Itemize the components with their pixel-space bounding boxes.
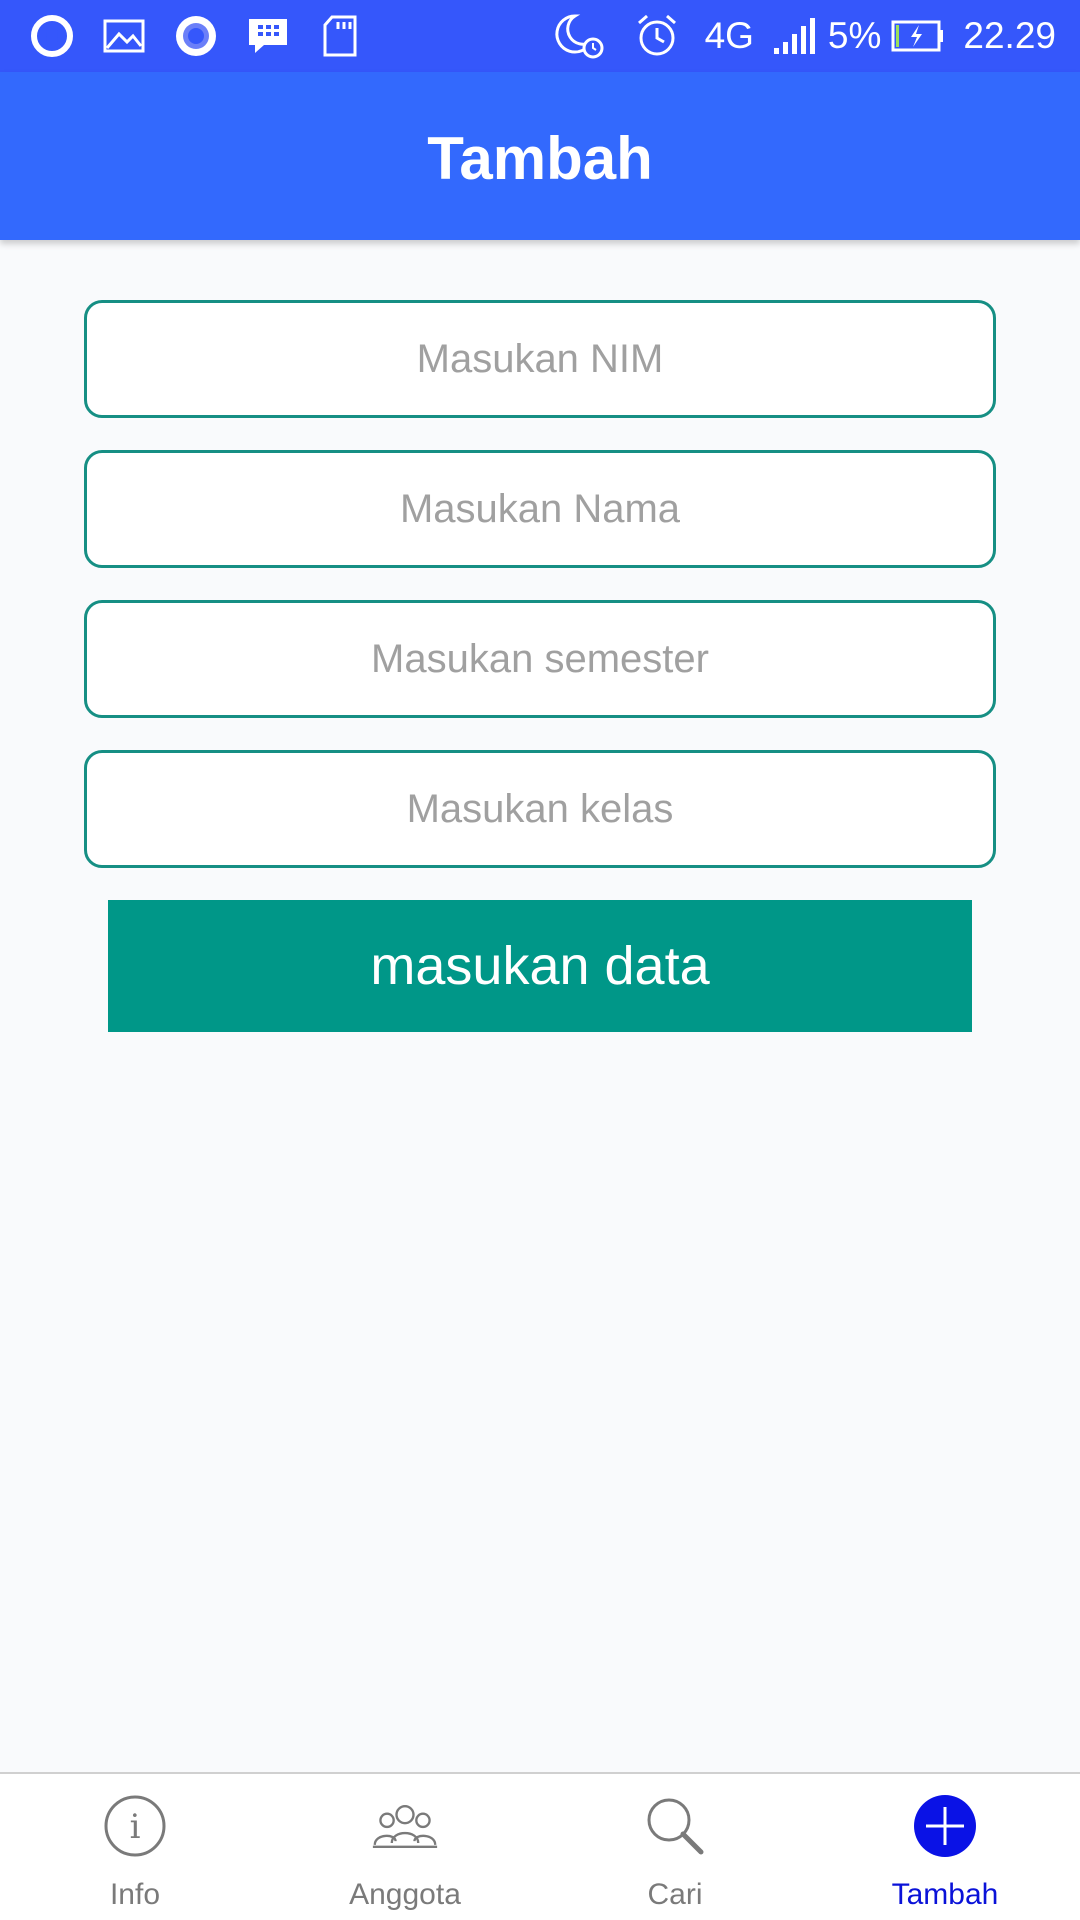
record-icon	[172, 12, 220, 60]
nama-input[interactable]	[87, 453, 993, 565]
kelas-input[interactable]	[87, 753, 993, 865]
nama-field	[84, 450, 996, 568]
nim-field	[84, 300, 996, 418]
network-label: 4G	[704, 15, 754, 56]
page-title: Tambah	[427, 124, 653, 192]
network-type: 4G	[705, 12, 754, 60]
alarm-icon	[635, 12, 679, 60]
info-icon: i	[101, 1792, 169, 1860]
svg-text:i: i	[130, 1807, 141, 1847]
nim-input[interactable]	[87, 303, 993, 415]
status-bar-notifications	[28, 0, 388, 72]
battery-percent-wrap: 5%	[828, 12, 881, 60]
clock: 22.29	[963, 15, 1056, 56]
signal-icon	[772, 12, 818, 60]
semester-field	[84, 600, 996, 718]
nav-item-info[interactable]: i Info	[0, 1774, 270, 1920]
bottom-navigation: i Info Anggota Cari Tambah	[0, 1772, 1080, 1920]
bbm-icon	[244, 12, 292, 60]
app-bar: Tambah	[0, 72, 1080, 240]
nav-item-tambah[interactable]: Tambah	[810, 1774, 1080, 1920]
search-icon	[641, 1792, 709, 1860]
group-icon	[371, 1792, 439, 1860]
opera-icon	[28, 12, 76, 60]
sd-card-icon	[316, 12, 364, 60]
nav-label-anggota: Anggota	[349, 1878, 461, 1911]
nav-item-anggota[interactable]: Anggota	[270, 1774, 540, 1920]
night-alarm-icon	[553, 12, 605, 60]
clock-wrap: 22.29	[963, 12, 1056, 60]
nav-label-tambah: Tambah	[891, 1878, 999, 1911]
status-bar: 4G 5% 22.29	[0, 0, 1080, 72]
add-icon	[911, 1792, 979, 1860]
status-bar-system: 4G 5% 22.29	[535, 0, 1056, 72]
gallery-icon	[100, 12, 148, 60]
kelas-field	[84, 750, 996, 868]
nav-label-info: Info	[109, 1878, 161, 1911]
battery-charging-icon	[891, 12, 945, 60]
battery-percent: 5%	[827, 15, 882, 56]
submit-data-button[interactable]: masukan data	[108, 900, 972, 1032]
semester-input[interactable]	[87, 603, 993, 715]
nav-item-cari[interactable]: Cari	[540, 1774, 810, 1920]
nav-label-cari: Cari	[647, 1878, 703, 1911]
